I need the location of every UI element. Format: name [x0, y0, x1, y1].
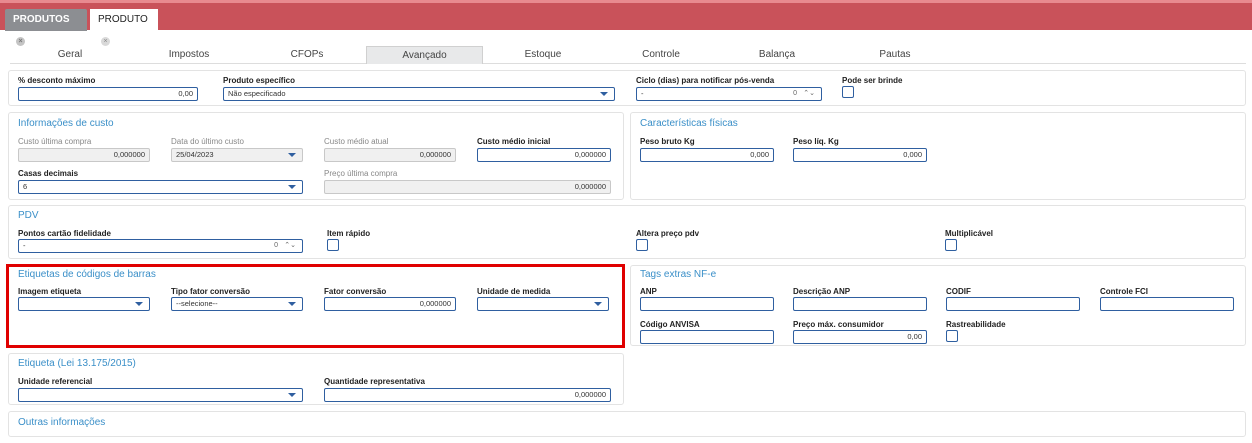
tab-produtos-label: PRODUTOS — [13, 14, 70, 25]
custo-ultima-compra-input: 0,000000 — [18, 148, 150, 162]
section-tabs: Geral Impostos CFOPs Avançado Estoque Co… — [10, 46, 1246, 64]
ciclo-stepper[interactable]: - 0 ⌃⌄ — [636, 87, 822, 101]
tab-impostos[interactable]: Impostos — [130, 46, 248, 64]
close-icon[interactable]: × — [16, 36, 25, 46]
lei-title: Etiqueta (Lei 13.175/2015) — [18, 358, 136, 369]
custo-medio-inicial-label: Custo médio inicial — [477, 137, 551, 146]
top-tab-bar: PRODUTOS × PRODUTO × — [0, 0, 1252, 46]
data-ultimo-custo-select[interactable]: 25/04/2023 — [171, 148, 303, 162]
close-icon[interactable]: × — [101, 36, 110, 46]
tab-produto[interactable]: PRODUTO × — [90, 9, 158, 46]
produto-especifico-value: Não especificado — [228, 89, 286, 98]
tab-avancado[interactable]: Avançado — [366, 46, 483, 64]
data-ultimo-custo-value: 25/04/2023 — [176, 150, 214, 159]
tab-pautas[interactable]: Pautas — [835, 46, 955, 64]
peso-bruto-input[interactable]: 0,000 — [640, 148, 774, 162]
codigo-anvisa-input[interactable] — [640, 330, 774, 344]
tab-balanca[interactable]: Balança — [719, 46, 835, 64]
fisicas-title: Características físicas — [640, 118, 738, 129]
preco-max-label: Preço máx. consumidor — [793, 320, 884, 329]
peso-liquido-input[interactable]: 0,000 — [793, 148, 927, 162]
pontos-fidelidade-number: 0 — [274, 242, 278, 249]
casas-decimais-label: Casas decimais — [18, 169, 79, 178]
outras-title[interactable]: Outras informações — [18, 417, 105, 428]
data-ultimo-custo-label: Data do último custo — [171, 137, 244, 146]
tab-controle[interactable]: Controle — [603, 46, 719, 64]
casas-decimais-select[interactable]: 6 — [18, 180, 303, 194]
tags-title: Tags extras NF-e — [640, 269, 717, 280]
custo-title: Informações de custo — [18, 118, 114, 129]
spinner-arrows-icon[interactable]: ⌃⌄ — [803, 88, 815, 100]
ciclo-value: - — [641, 89, 644, 98]
descricao-anp-label: Descrição ANP — [793, 287, 851, 296]
desconto-label: % desconto máximo — [18, 76, 96, 85]
controle-fci-input[interactable] — [1100, 297, 1234, 311]
pdv-title: PDV — [18, 210, 39, 221]
preco-ultima-compra-label: Preço última compra — [324, 169, 398, 178]
anp-input[interactable] — [640, 297, 774, 311]
custo-ultima-compra-label: Custo última compra — [18, 137, 92, 146]
item-rapido-checkbox[interactable] — [327, 239, 339, 251]
anp-label: ANP — [640, 287, 657, 296]
multiplicavel-checkbox[interactable] — [945, 239, 957, 251]
desconto-input[interactable]: 0,00 — [18, 87, 198, 101]
chevron-down-icon — [600, 92, 608, 96]
outras-panel — [8, 411, 1246, 437]
preco-max-input[interactable]: 0,00 — [793, 330, 927, 344]
ciclo-label: Ciclo (dias) para notificar pós-venda — [636, 76, 775, 85]
chevron-down-icon — [288, 153, 296, 157]
tab-produto-label: PRODUTO — [98, 14, 148, 25]
produto-especifico-label: Produto específico — [223, 76, 296, 85]
altera-preco-label: Altera preço pdv — [636, 229, 700, 238]
pode-brinde-checkbox[interactable] — [842, 86, 854, 98]
casas-decimais-value: 6 — [23, 182, 28, 191]
descricao-anp-input[interactable] — [793, 297, 927, 311]
altera-preco-checkbox[interactable] — [636, 239, 648, 251]
peso-bruto-label: Peso bruto Kg — [640, 137, 695, 146]
item-rapido-label: Item rápido — [327, 229, 371, 238]
pontos-fidelidade-stepper[interactable]: - 0 ⌃⌄ — [18, 239, 303, 253]
chevron-down-icon — [288, 185, 296, 189]
tab-estoque[interactable]: Estoque — [483, 46, 603, 64]
custo-medio-atual-label: Custo médio atual — [324, 137, 389, 146]
custo-medio-atual-input: 0,000000 — [324, 148, 456, 162]
tab-produtos[interactable]: PRODUTOS × — [5, 9, 87, 46]
pontos-fidelidade-label: Pontos cartão fidelidade — [18, 229, 111, 238]
codif-label: CODIF — [946, 287, 971, 296]
produto-especifico-select[interactable]: Não especificado — [223, 87, 615, 101]
pontos-fidelidade-value: - — [23, 241, 26, 250]
tab-geral[interactable]: Geral — [10, 46, 130, 64]
spinner-arrows-icon[interactable]: ⌃⌄ — [284, 240, 296, 252]
tab-cfops[interactable]: CFOPs — [248, 46, 366, 64]
codigo-anvisa-label: Código ANVISA — [640, 320, 700, 329]
preco-ultima-compra-input: 0,000000 — [324, 180, 611, 194]
rastreabilidade-label: Rastreabilidade — [946, 320, 1006, 329]
quantidade-representativa-label: Quantidade representativa — [324, 377, 425, 386]
unidade-referencial-label: Unidade referencial — [18, 377, 93, 386]
chevron-down-icon — [288, 393, 296, 397]
rastreabilidade-checkbox[interactable] — [946, 330, 958, 342]
pode-brinde-label: Pode ser brinde — [842, 76, 903, 85]
highlight-box — [6, 264, 625, 348]
controle-fci-label: Controle FCI — [1100, 287, 1148, 296]
custo-medio-inicial-input[interactable]: 0,000000 — [477, 148, 611, 162]
unidade-referencial-select[interactable] — [18, 388, 303, 402]
peso-liquido-label: Peso líq. Kg — [793, 137, 839, 146]
ciclo-number: 0 — [793, 90, 797, 97]
multiplicavel-label: Multiplicável — [945, 229, 994, 238]
codif-input[interactable] — [946, 297, 1080, 311]
quantidade-representativa-input[interactable]: 0,000000 — [324, 388, 611, 402]
